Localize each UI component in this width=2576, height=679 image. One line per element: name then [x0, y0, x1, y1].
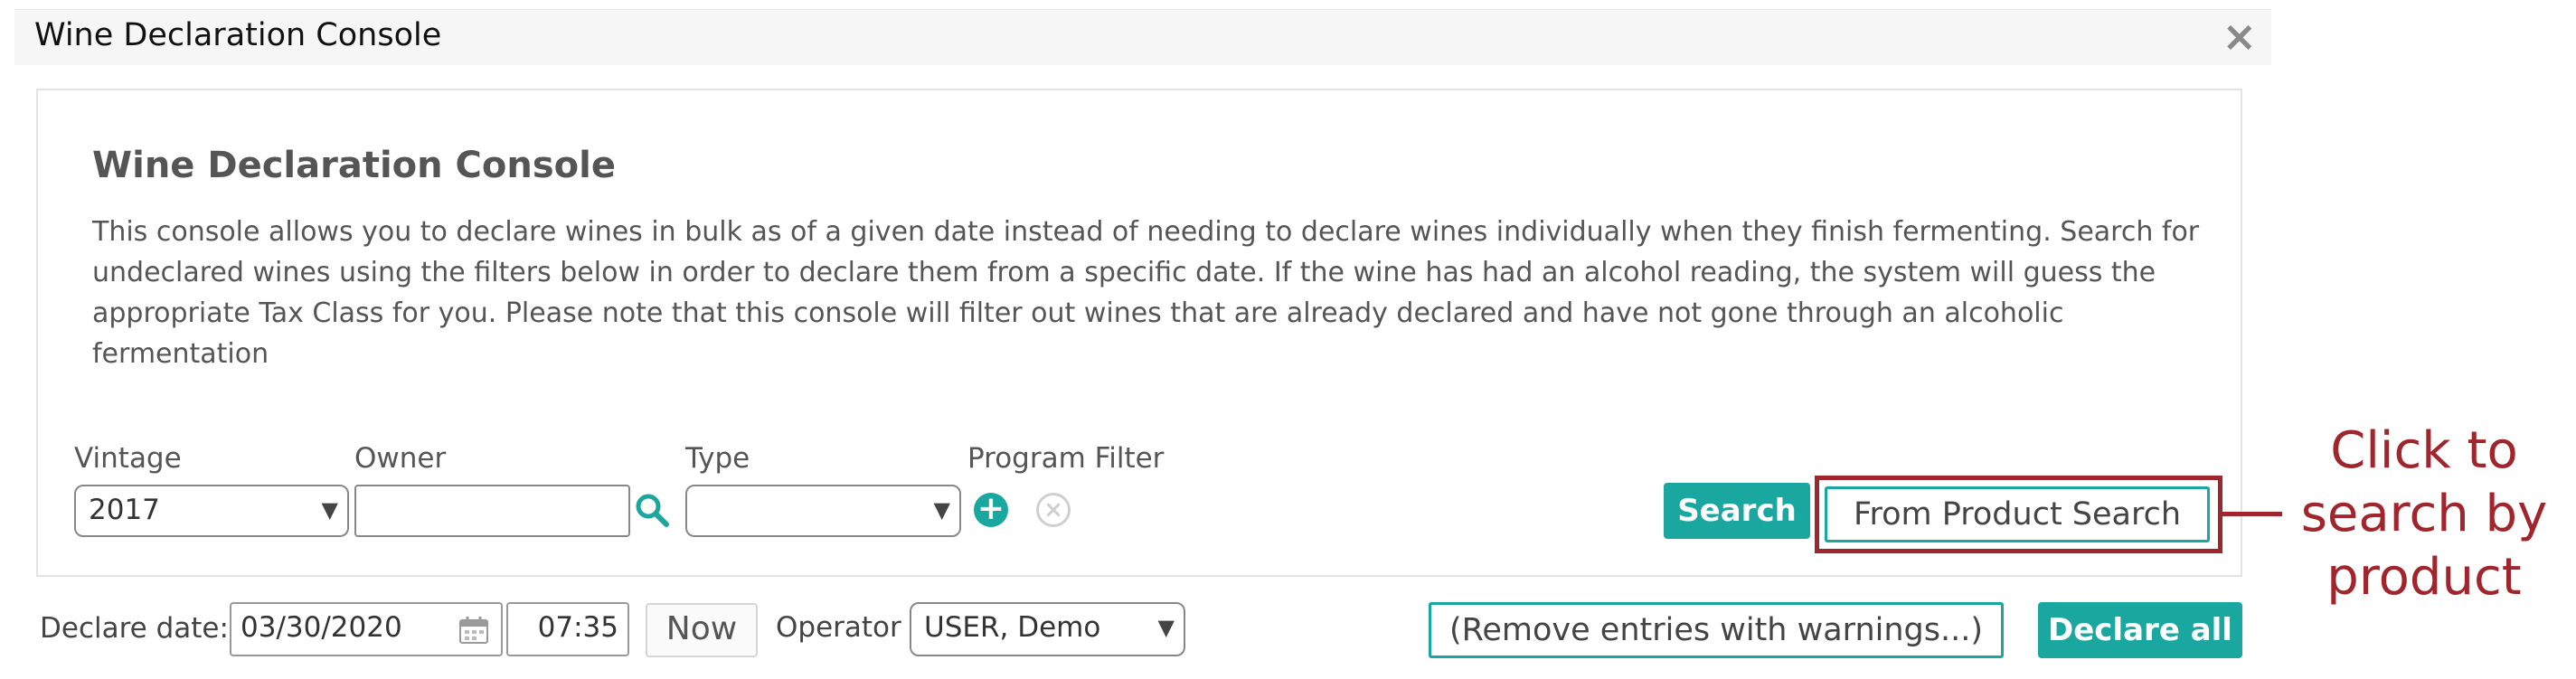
operator-select[interactable]: USER, Demo ▼ — [910, 602, 1185, 656]
annotation-highlight-box — [1815, 476, 2222, 553]
close-icon[interactable]: × — [2222, 15, 2257, 57]
declare-time-input[interactable]: 07:35 — [506, 602, 629, 656]
dialog-titlebar: Wine Declaration Console × — [14, 9, 2271, 65]
operator-label: Operator — [776, 611, 901, 644]
vintage-value: 2017 — [89, 494, 160, 526]
calendar-icon[interactable] — [459, 617, 488, 644]
owner-label: Owner — [354, 442, 447, 475]
dialog-title: Wine Declaration Console — [34, 17, 442, 53]
panel-description: This console allows you to declare wines… — [92, 216, 2200, 370]
vintage-select[interactable]: 2017 ▼ — [74, 485, 349, 537]
x-circle-icon[interactable]: × — [1036, 493, 1071, 527]
search-icon[interactable] — [633, 491, 671, 529]
chevron-down-icon: ▼ — [1157, 615, 1175, 640]
program-filter-label: Program Filter — [967, 442, 1165, 475]
owner-input[interactable] — [354, 485, 630, 537]
type-select[interactable]: ▼ — [685, 485, 961, 537]
remove-warnings-button[interactable]: (Remove entries with warnings...) — [1429, 602, 2004, 658]
search-button[interactable]: Search — [1664, 483, 1810, 539]
now-button[interactable]: Now — [646, 603, 758, 657]
plus-circle-icon[interactable]: + — [974, 493, 1008, 527]
operator-value: USER, Demo — [924, 611, 1101, 644]
vintage-label: Vintage — [74, 442, 182, 475]
chevron-down-icon: ▼ — [933, 497, 950, 523]
chevron-down-icon: ▼ — [321, 497, 338, 523]
type-label: Type — [685, 442, 750, 475]
panel-heading: Wine Declaration Console — [92, 145, 616, 186]
declare-date-label: Declare date: — [40, 612, 229, 645]
declare-date-value: 03/30/2020 — [241, 611, 402, 644]
declare-all-button[interactable]: Declare all — [2038, 602, 2242, 658]
annotation-callout: Click to search by product — [2300, 421, 2548, 607]
annotation-connector-line — [2222, 512, 2282, 516]
